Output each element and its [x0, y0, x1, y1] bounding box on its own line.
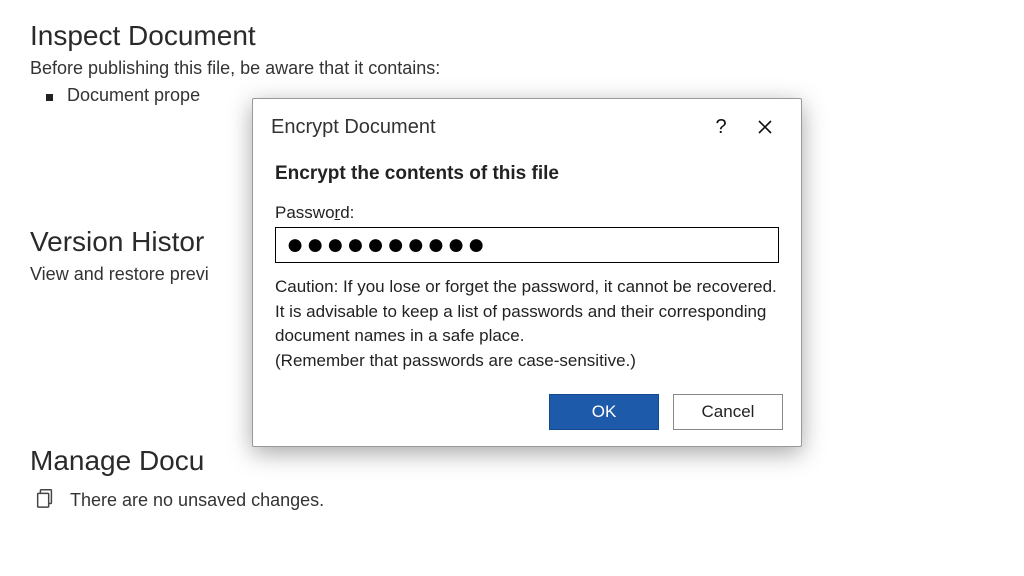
password-label-prefix: Passwo: [275, 203, 335, 222]
password-input[interactable]: [275, 227, 779, 263]
document-icon: [34, 487, 56, 514]
inspect-subtext: Before publishing this file, be aware th…: [30, 58, 994, 79]
cancel-button[interactable]: Cancel: [673, 394, 783, 430]
caution-case-sensitive-text: (Remember that passwords are case-sensit…: [275, 351, 636, 370]
dialog-button-row: OK Cancel: [253, 388, 801, 446]
dialog-title: Encrypt Document: [271, 116, 699, 139]
encrypt-document-dialog: Encrypt Document ? Encrypt the contents …: [252, 98, 802, 447]
dialog-body: Encrypt the contents of this file Passwo…: [253, 145, 801, 388]
password-label: Password:: [275, 203, 779, 223]
manage-status-row: There are no unsaved changes.: [30, 487, 994, 514]
square-bullet-icon: [46, 94, 53, 101]
dialog-subtitle: Encrypt the contents of this file: [275, 163, 779, 185]
inspect-heading: Inspect Document: [30, 20, 994, 52]
close-button[interactable]: [743, 109, 787, 145]
dialog-titlebar: Encrypt Document ?: [253, 99, 801, 145]
manage-document-heading: Manage Docu: [30, 445, 994, 477]
caution-text: Caution: If you lose or forget the passw…: [275, 275, 779, 374]
help-button[interactable]: ?: [699, 109, 743, 145]
ok-button[interactable]: OK: [549, 394, 659, 430]
password-label-suffix: d:: [340, 203, 354, 222]
manage-status-text: There are no unsaved changes.: [70, 490, 324, 511]
inspect-bullet-text: Document prope: [67, 85, 200, 106]
caution-main-text: Caution: If you lose or forget the passw…: [275, 277, 777, 345]
inspect-document-section: Inspect Document Before publishing this …: [30, 20, 994, 106]
close-icon: [757, 119, 773, 135]
